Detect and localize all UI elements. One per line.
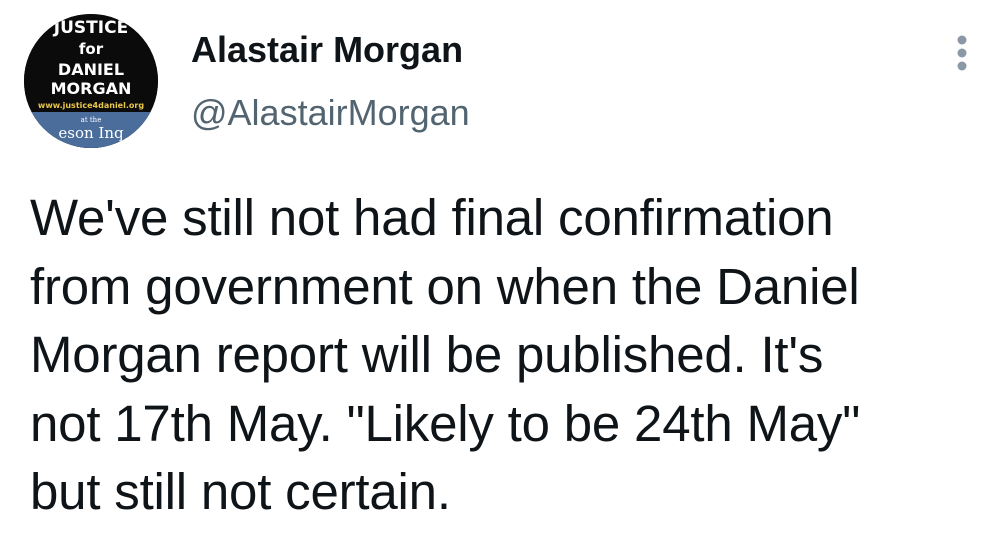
avatar-line-daniel: DANIEL xyxy=(58,60,124,79)
avatar-bottom-text: eson Inq xyxy=(58,124,124,142)
more-vertical-icon xyxy=(957,35,967,71)
avatar-image: JUSTICE for DANIEL MORGAN www.justice4da… xyxy=(24,14,158,148)
avatar-line-justice: JUSTICE xyxy=(53,18,128,38)
avatar[interactable]: JUSTICE for DANIEL MORGAN www.justice4da… xyxy=(24,14,158,148)
tweet: JUSTICE for DANIEL MORGAN www.justice4da… xyxy=(0,0,1000,545)
user-handle[interactable]: @AlastairMorgan xyxy=(191,90,470,136)
tweet-text: We've still not had final confirmation f… xyxy=(30,189,861,520)
avatar-line-for: for xyxy=(79,40,104,58)
more-options-button[interactable] xyxy=(944,30,980,76)
avatar-line-morgan: MORGAN xyxy=(51,79,132,98)
avatar-small-text: at the xyxy=(81,116,102,124)
avatar-url: www.justice4daniel.org xyxy=(38,101,144,110)
display-name[interactable]: Alastair Morgan xyxy=(191,26,463,74)
